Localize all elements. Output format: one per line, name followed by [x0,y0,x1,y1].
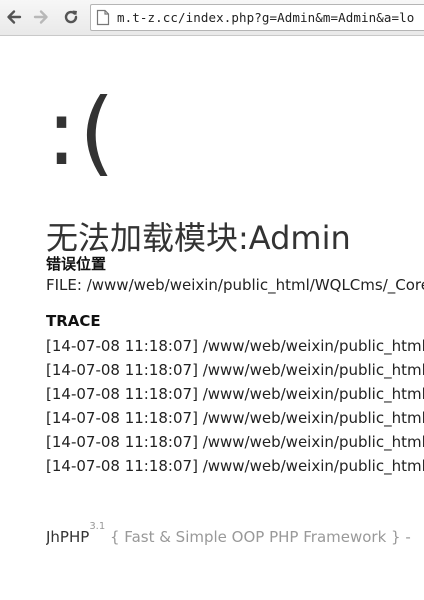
trace-line: [14-07-08 11:18:07] /www/web/weixin/publ… [46,433,424,451]
framework-footer: JhPHP3.1 { Fast & Simple OOP PHP Framewo… [46,521,411,546]
back-arrow-icon [7,10,22,24]
framework-version: 3.1 [89,521,106,532]
browser-toolbar: m.t-z.cc/index.php?g=Admin&m=Admin&a=lo [0,0,424,36]
error-location-heading: 错误位置 [46,255,107,273]
trace-heading: TRACE [46,312,101,330]
url-text: m.t-z.cc/index.php?g=Admin&m=Admin&a=lo [117,10,415,25]
sad-face-emoticon: :( [46,79,117,186]
trace-line: [14-07-08 11:18:07] /www/web/weixin/publ… [46,361,424,379]
reload-icon [64,10,78,24]
reload-button[interactable] [60,6,82,28]
trace-line: [14-07-08 11:18:07] /www/web/weixin/publ… [46,457,424,475]
framework-tagline: { Fast & Simple OOP PHP Framework } - [110,528,411,546]
trace-line: [14-07-08 11:18:07] /www/web/weixin/publ… [46,409,424,427]
trace-line: [14-07-08 11:18:07] /www/web/weixin/publ… [46,337,424,355]
back-button[interactable] [3,6,25,28]
trace-list: [14-07-08 11:18:07] /www/web/weixin/publ… [46,334,424,478]
trace-line: [14-07-08 11:18:07] /www/web/weixin/publ… [46,385,424,403]
address-bar[interactable]: m.t-z.cc/index.php?g=Admin&m=Admin&a=lo [90,4,424,31]
forward-arrow-icon [33,10,48,24]
framework-name: JhPHP [46,528,90,546]
forward-button[interactable] [30,6,52,28]
error-file-path: FILE: /www/web/weixin/public_html/WQLCms… [46,276,424,294]
page-icon [96,9,110,26]
error-page: :( 无法加载模块:Admin 错误位置 FILE: /www/web/weix… [46,36,424,600]
